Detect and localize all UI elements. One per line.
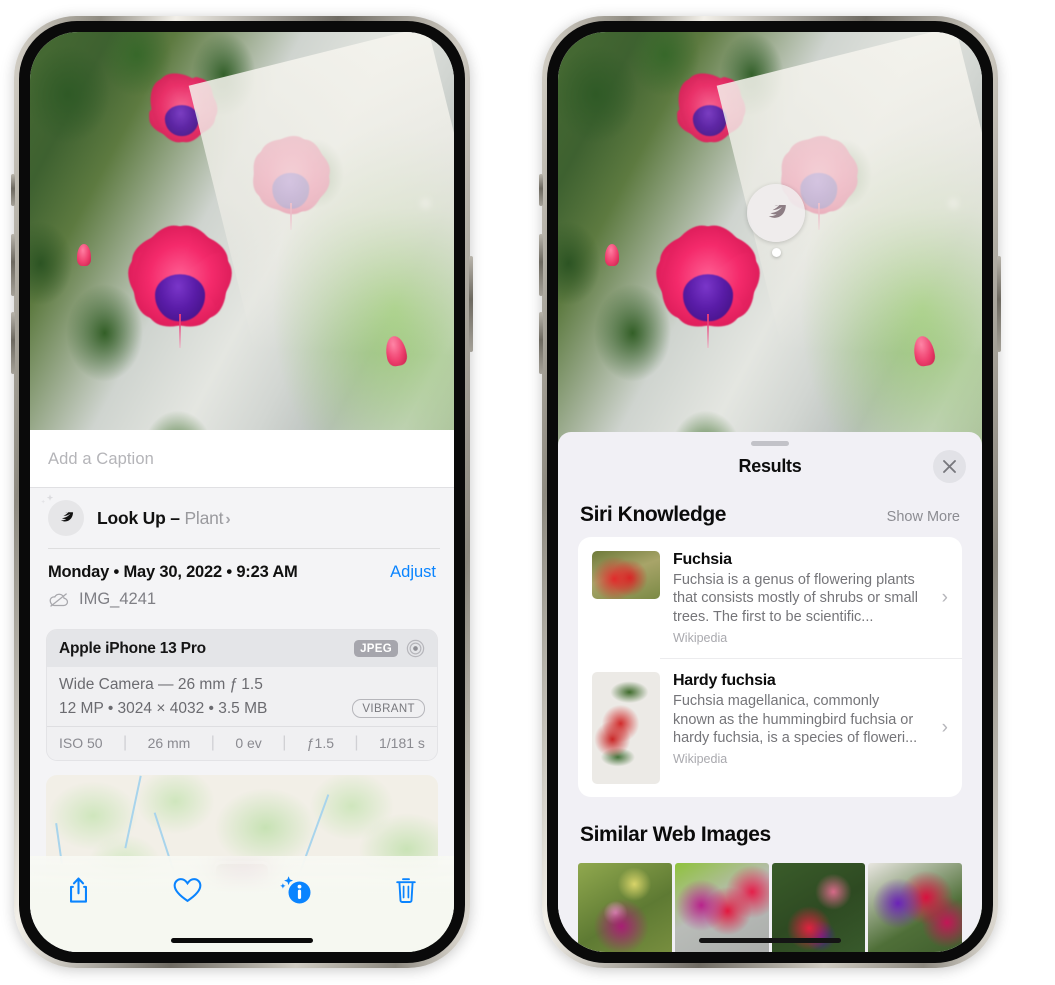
format-badge: JPEG xyxy=(354,640,398,657)
power-button[interactable] xyxy=(997,256,1001,352)
device-bezel: Add a Caption Look Up – Plant › Monday •… xyxy=(19,21,465,963)
home-indicator[interactable] xyxy=(699,937,841,943)
share-button[interactable] xyxy=(58,870,98,910)
visual-lookup-screen: Results Siri Knowledge Show More Fuchsia… xyxy=(558,32,982,952)
info-button[interactable] xyxy=(277,870,317,910)
camera-device-name: Apple iPhone 13 Pro xyxy=(59,639,206,657)
icloud-slash-icon xyxy=(49,592,69,607)
leaf-glyph xyxy=(768,204,786,218)
similar-web-images-header: Similar Web Images xyxy=(558,797,982,857)
show-more-button[interactable]: Show More xyxy=(887,509,960,525)
look-up-prefix: Look Up – xyxy=(97,507,185,528)
divider: | xyxy=(282,734,287,751)
result-title: Hardy fuchsia xyxy=(673,672,776,690)
exif-shutter: 1/181 s xyxy=(378,735,425,751)
power-button[interactable] xyxy=(469,256,473,352)
leaf-glyph xyxy=(60,512,74,522)
screenshot-canvas: Add a Caption Look Up – Plant › Monday •… xyxy=(0,0,1055,985)
file-size-line: 12 MP • 3024 × 4032 • 3.5 MB xyxy=(59,699,268,717)
visual-lookup-badge[interactable] xyxy=(747,184,805,257)
result-description: Fuchsia is a genus of flowering plants t… xyxy=(673,572,918,625)
list-item[interactable]: Hardy fuchsia Fuchsia magellanica, commo… xyxy=(578,658,962,797)
chevron-right-icon: › xyxy=(225,510,231,528)
volume-up-button[interactable] xyxy=(11,234,15,296)
lens-description: Wide Camera — 26 mm ƒ 1.5 xyxy=(59,676,263,693)
section-title: Siri Knowledge xyxy=(580,503,727,526)
web-image-1[interactable] xyxy=(578,863,672,952)
trash-icon xyxy=(396,878,416,903)
flower-bud xyxy=(604,243,619,266)
camera-info-card: Apple iPhone 13 Pro JPEG Wide Camera — 2… xyxy=(46,629,438,761)
result-source: Wikipedia xyxy=(673,631,728,646)
hardy-fuchsia-thumb xyxy=(592,672,660,785)
flower-bloom xyxy=(142,63,227,149)
photo-metadata: Monday • May 30, 2022 • 9:23 AM Adjust I… xyxy=(30,549,454,619)
flower-bloom xyxy=(114,217,245,348)
exif-iso: ISO 50 xyxy=(59,735,103,751)
look-up-label: Look Up – Plant › xyxy=(97,507,231,529)
result-description: Fuchsia magellanica, commonly known as t… xyxy=(673,693,918,747)
adjust-button[interactable]: Adjust xyxy=(390,563,436,582)
aperture-icon xyxy=(406,639,425,658)
home-indicator[interactable] xyxy=(171,937,313,943)
caption-input[interactable]: Add a Caption xyxy=(30,430,454,488)
leaf-icon xyxy=(41,494,84,536)
flower-bud xyxy=(383,334,409,368)
exif-focal: 26 mm xyxy=(147,735,191,751)
look-up-subject: Plant xyxy=(184,507,224,528)
device-bezel: Results Siri Knowledge Show More Fuchsia… xyxy=(547,21,993,963)
exif-row: ISO 50 | 26 mm | 0 ev | ƒ1.5 | 1/181 s xyxy=(47,726,437,760)
callout-dot xyxy=(771,248,781,257)
heart-icon xyxy=(173,878,202,903)
divider: | xyxy=(123,734,128,751)
siri-knowledge-card: Fuchsia Fuchsia is a genus of flowering … xyxy=(578,537,962,798)
flower-bud xyxy=(76,243,91,266)
chevron-right-icon: › xyxy=(941,717,948,739)
photo-date: Monday • May 30, 2022 • 9:23 AM xyxy=(48,563,298,581)
chevron-right-icon: › xyxy=(941,587,948,609)
flower-bloom xyxy=(241,125,337,230)
results-header: Results xyxy=(558,446,982,483)
divider: | xyxy=(354,734,359,751)
siri-knowledge-header: Siri Knowledge Show More xyxy=(558,477,982,537)
exif-aperture: ƒ1.5 xyxy=(306,735,335,751)
sparkle-icon xyxy=(41,494,54,504)
photo-filename: IMG_4241 xyxy=(79,590,157,608)
fuchsia-thumb xyxy=(592,551,660,599)
delete-button[interactable] xyxy=(386,870,426,910)
mute-switch[interactable] xyxy=(11,174,15,206)
bokeh-highlight xyxy=(948,197,960,209)
page-title: Results xyxy=(738,456,802,476)
volume-up-button[interactable] xyxy=(539,234,543,296)
mute-switch[interactable] xyxy=(539,174,543,206)
flower-bloom xyxy=(670,63,755,149)
list-item[interactable]: Fuchsia Fuchsia is a genus of flowering … xyxy=(578,537,962,658)
info-sparkle-icon xyxy=(280,875,311,903)
share-icon xyxy=(69,877,87,903)
volume-down-button[interactable] xyxy=(11,312,15,374)
photos-app-screen: Add a Caption Look Up – Plant › Monday •… xyxy=(30,32,454,952)
section-title: Similar Web Images xyxy=(580,823,771,847)
photographic-style-badge: VIBRANT xyxy=(352,699,425,718)
result-source: Wikipedia xyxy=(673,752,728,767)
map-river xyxy=(124,775,142,849)
leaf-icon xyxy=(747,184,805,242)
iphone-right-device: Results Siri Knowledge Show More Fuchsia… xyxy=(539,16,1001,968)
volume-down-button[interactable] xyxy=(539,312,543,374)
result-title: Fuchsia xyxy=(673,551,732,568)
favorite-button[interactable] xyxy=(167,870,207,910)
web-image-4[interactable] xyxy=(868,863,962,952)
close-button[interactable] xyxy=(933,450,966,483)
flower-bloom xyxy=(642,217,773,348)
close-icon xyxy=(943,460,956,473)
look-up-row[interactable]: Look Up – Plant › xyxy=(30,488,454,549)
bokeh-highlight xyxy=(420,197,432,209)
divider: | xyxy=(210,734,215,751)
iphone-left-device: Add a Caption Look Up – Plant › Monday •… xyxy=(11,16,473,968)
results-sheet: Results Siri Knowledge Show More Fuchsia… xyxy=(558,432,982,952)
exif-exposure: 0 ev xyxy=(235,735,262,751)
flower-bud xyxy=(911,334,937,368)
